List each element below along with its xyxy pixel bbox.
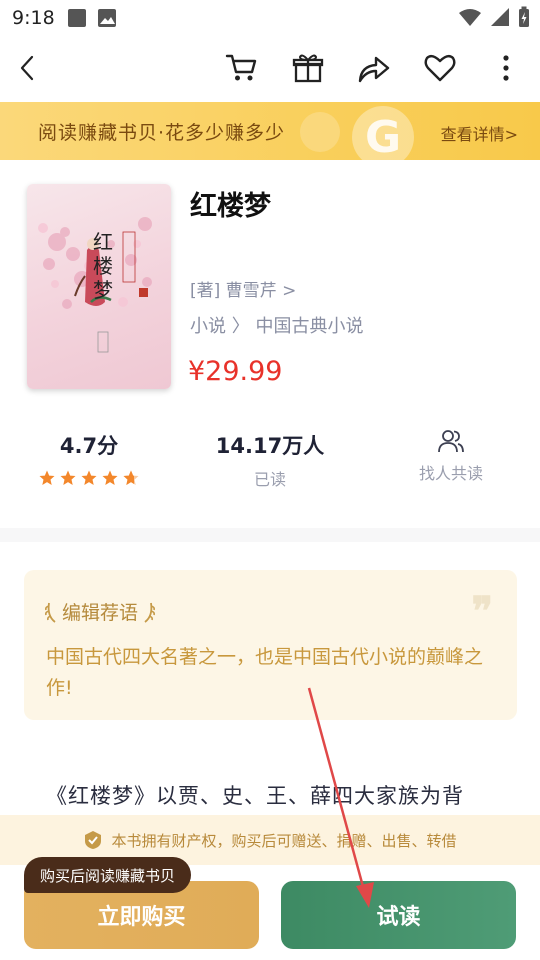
- book-intro: 《红楼梦》以贾、史、王、薛四大家族为背: [46, 784, 464, 808]
- co-read-button[interactable]: 找人共读: [396, 428, 506, 484]
- book-title: 红楼梦: [190, 191, 271, 222]
- wifi-icon: [458, 7, 482, 31]
- image-notification-icon: [97, 8, 117, 28]
- laurel-left-icon: [45, 602, 56, 623]
- readers-label: 已读: [253, 470, 286, 489]
- gift-icon[interactable]: [288, 48, 328, 88]
- coin-icon: G: [352, 106, 414, 160]
- laurel-right-icon: [144, 602, 156, 623]
- heart-icon[interactable]: [420, 48, 460, 88]
- cart-icon[interactable]: [222, 48, 262, 88]
- star-icon: [81, 470, 97, 485]
- ownership-badge-icon: [85, 831, 102, 849]
- more-icon[interactable]: [486, 48, 526, 88]
- recommendation-heading: 编辑荐语: [44, 598, 156, 625]
- banner-details-link[interactable]: 查看详情>: [441, 121, 518, 145]
- recommendation-title: 编辑荐语: [62, 602, 139, 624]
- star-icon: [39, 470, 55, 485]
- status-time: 9:18: [12, 7, 55, 29]
- cover-title: 红楼梦: [93, 230, 113, 302]
- banner-decoration: [300, 112, 340, 152]
- ownership-text: 本书拥有财产权，购买后可赠送、捐赠、出售、转借: [111, 831, 457, 850]
- book-category[interactable]: 小说 〉 中国古典小说: [190, 312, 363, 338]
- status-bar: 9:18: [0, 0, 540, 36]
- star-icon: [102, 470, 118, 485]
- book-price: ¥29.99: [188, 356, 283, 387]
- quote-icon: ❞: [471, 588, 493, 635]
- back-icon[interactable]: [8, 48, 48, 88]
- editor-recommendation: 编辑荐语 ❞ 中国古代四大名著之一，也是中国古代小说的巅峰之作!: [24, 570, 517, 720]
- reward-banner[interactable]: G 阅读赚藏书贝·花多少赚多少 查看详情>: [0, 102, 540, 160]
- rating-stat: 4.7分: [30, 430, 148, 486]
- battery-charging-icon: [518, 6, 530, 32]
- readers-value: 14.17万人: [215, 434, 325, 458]
- recommendation-text: 中国古代四大名著之一，也是中国古代小说的巅峰之作!: [46, 646, 484, 699]
- co-read-label: 找人共读: [418, 464, 483, 483]
- rating-value: 4.7分: [59, 434, 119, 458]
- banner-text: 阅读赚藏书贝·花多少赚多少: [38, 122, 286, 144]
- half-star-icon: [123, 470, 139, 485]
- signal-icon: [490, 7, 510, 31]
- purchase-reward-tooltip: 购买后阅读赚藏书贝: [24, 857, 192, 893]
- section-divider: [0, 528, 540, 542]
- rating-stars: [30, 470, 148, 486]
- share-icon[interactable]: [354, 48, 394, 88]
- book-cover[interactable]: 红楼梦: [27, 184, 171, 389]
- star-icon: [60, 470, 76, 485]
- people-icon: [396, 428, 506, 456]
- top-nav: [0, 40, 540, 98]
- try-read-button[interactable]: 试读: [281, 881, 516, 949]
- readers-stat: 14.17万人 已读: [200, 430, 340, 490]
- square-notification-icon: [67, 8, 87, 28]
- book-author-link[interactable]: [著] 曹雪芹 >: [190, 276, 296, 301]
